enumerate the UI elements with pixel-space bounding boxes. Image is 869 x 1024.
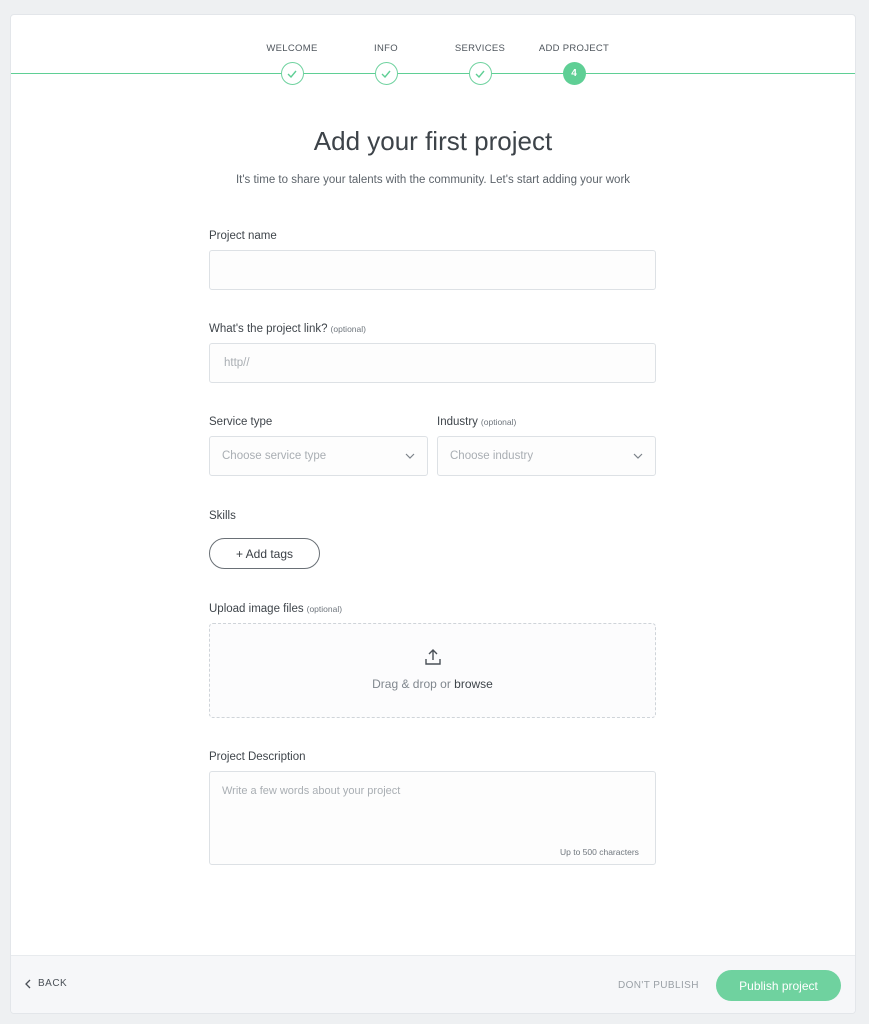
step-add-project-number: 4	[562, 62, 586, 85]
publish-project-button[interactable]: Publish project	[716, 970, 841, 1001]
upload-drop-text: Drag & drop or browse	[210, 677, 655, 691]
description-label-text: Project Description	[209, 751, 306, 763]
industry-select[interactable]: Choose industry	[437, 436, 656, 476]
project-name-input[interactable]	[209, 250, 656, 290]
project-name-label: Project name	[209, 230, 277, 242]
dont-publish-button[interactable]: DON'T PUBLISH	[618, 980, 699, 991]
project-link-optional: (optional)	[330, 324, 366, 334]
industry-placeholder: Choose industry	[450, 450, 534, 462]
industry-optional: (optional)	[480, 417, 517, 427]
page-subtitle: It's time to share your talents with the…	[235, 174, 631, 186]
step-services-check	[468, 62, 492, 85]
browse-link[interactable]: browse	[454, 677, 493, 691]
step-add-project[interactable]: ADD PROJECT 4	[514, 43, 634, 85]
industry-label-text: Industry	[437, 416, 478, 428]
project-link-input[interactable]	[209, 343, 656, 383]
upload-dropzone[interactable]: Drag & drop or browse	[209, 623, 656, 718]
description-label: Project Description	[209, 751, 306, 763]
upload-icon	[424, 649, 441, 665]
description-char-limit: Up to 500 characters	[560, 847, 639, 857]
check-icon	[475, 70, 485, 78]
project-link-label: What's the project link? (optional)	[209, 323, 366, 335]
step-info-check	[374, 62, 398, 85]
check-icon	[287, 70, 297, 78]
upload-icon-wrap	[210, 648, 655, 671]
service-type-label: Service type	[209, 416, 272, 428]
service-type-placeholder: Choose service type	[222, 450, 327, 462]
chevron-down-icon	[633, 453, 643, 459]
add-tags-button[interactable]: + Add tags	[209, 538, 320, 569]
back-button[interactable]: BACK	[25, 978, 67, 989]
industry-label: Industry (optional)	[437, 416, 516, 428]
upload-optional: (optional)	[306, 604, 343, 614]
skills-label-text: Skills	[209, 510, 236, 522]
drop-instruction: Drag & drop or	[372, 677, 451, 691]
project-name-label-text: Project name	[209, 230, 277, 242]
chevron-down-icon	[405, 453, 415, 459]
upload-label-text: Upload image files	[209, 603, 304, 615]
check-icon	[381, 70, 391, 78]
service-type-select[interactable]: Choose service type	[209, 436, 428, 476]
back-label: BACK	[38, 978, 68, 989]
onboarding-card: WELCOME INFO SERVICES ADD PROJECT 4 Add …	[10, 14, 856, 1014]
skills-label: Skills	[209, 510, 236, 522]
upload-label: Upload image files (optional)	[209, 603, 342, 615]
footer-bar: BACK DON'T PUBLISH Publish project	[11, 955, 855, 1013]
service-type-label-text: Service type	[209, 416, 273, 428]
page-title: Add your first project	[313, 126, 553, 156]
chevron-left-icon	[25, 979, 31, 988]
project-link-label-text: What's the project link?	[209, 323, 328, 335]
step-welcome-check	[280, 62, 304, 85]
step-add-project-label: ADD PROJECT	[538, 43, 610, 54]
